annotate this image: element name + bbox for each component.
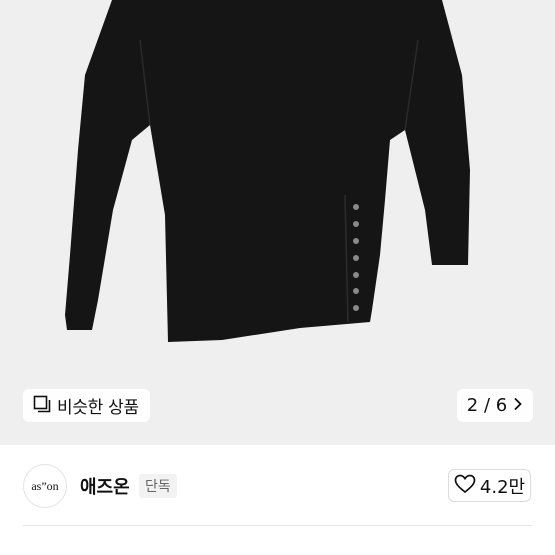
garment-silhouette (65, 0, 470, 342)
brand-name[interactable]: 애즈온 (80, 473, 130, 499)
similar-products-icon (33, 395, 51, 417)
image-pager[interactable]: 2 / 6 (457, 389, 533, 422)
chevron-right-icon[interactable] (513, 396, 523, 415)
pager-text: 2 / 6 (466, 395, 508, 416)
product-photo[interactable] (0, 0, 555, 445)
like-count: 4.2만 (479, 476, 526, 498)
similar-products-button[interactable]: 비슷한 상품 (23, 389, 150, 422)
heart-outline-icon (454, 474, 476, 498)
brand-row: as”on 애즈온 단독 4.2만 (0, 445, 555, 525)
brand-logo-text: as”on (31, 478, 59, 493)
brand-like-button[interactable]: 4.2만 (448, 469, 531, 502)
divider (23, 525, 532, 526)
similar-products-label: 비슷한 상품 (57, 398, 139, 418)
exclusive-badge: 단독 (139, 474, 177, 498)
product-image-gallery[interactable]: 비슷한 상품 2 / 6 (0, 0, 555, 445)
brand-logo[interactable]: as”on (23, 464, 67, 508)
